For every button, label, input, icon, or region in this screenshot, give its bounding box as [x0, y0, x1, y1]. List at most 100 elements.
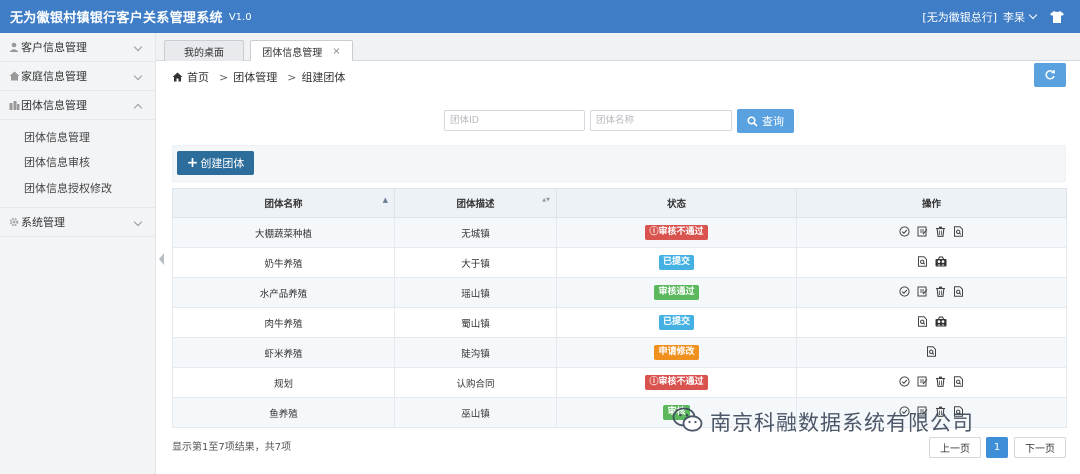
- row-actions: [898, 285, 965, 298]
- breadcrumb-home[interactable]: 首页: [187, 69, 209, 85]
- cell-group-desc: 大于镇: [394, 247, 557, 278]
- row-actions: [898, 375, 965, 388]
- top-header: 无为徽银村镇银行客户关系管理系统 V1.0 [无为徽银总行] 李杲: [0, 0, 1080, 33]
- check-circle-icon[interactable]: [898, 375, 911, 388]
- sidebar-item-label: 家庭信息管理: [21, 70, 87, 83]
- table-row: 大棚蔬菜种植 无城镇 ⓘ审核不通过: [172, 217, 1067, 248]
- refresh-button[interactable]: [1034, 63, 1066, 87]
- cell-group-desc: 瑶山镇: [394, 277, 557, 308]
- sidebar-item-group[interactable]: 团体信息管理: [0, 91, 155, 120]
- breadcrumb-level2: 组建团体: [301, 71, 346, 84]
- tab-desktop[interactable]: 我的桌面: [164, 40, 244, 61]
- cell-status: 已提交: [556, 307, 797, 338]
- org-name: [无为徽银总行]: [922, 10, 997, 24]
- chevron-down-icon: [133, 71, 143, 81]
- breadcrumb-level1[interactable]: 团体管理: [233, 69, 277, 85]
- row-actions: [898, 225, 965, 238]
- trash-icon[interactable]: [934, 375, 947, 388]
- sidebar-collapse-handle[interactable]: [157, 247, 165, 271]
- cell-group-desc: 无城镇: [394, 217, 557, 248]
- sidebar-subitem-group-review[interactable]: 团体信息审核: [0, 150, 155, 176]
- sidebar-subitem-group-manage[interactable]: 团体信息管理: [0, 124, 155, 150]
- chevron-up-icon: [133, 103, 143, 113]
- cell-operations: [796, 217, 1067, 248]
- page-number-current[interactable]: 1: [986, 437, 1008, 458]
- col-header-desc[interactable]: 团体描述 ▲▼: [394, 188, 557, 218]
- chevron-down-icon: [133, 217, 143, 226]
- result-summary: 显示第1至7项结果，共7项: [172, 442, 292, 453]
- breadcrumb-separator: >: [287, 70, 297, 84]
- sidebar-item-customer[interactable]: 客户信息管理: [0, 33, 155, 62]
- status-text: 申请修改: [658, 347, 695, 357]
- edit-icon[interactable]: [916, 375, 929, 388]
- status-badge: 已提交: [658, 315, 694, 330]
- wechat-icon: [672, 406, 704, 437]
- edit-icon[interactable]: [916, 285, 929, 298]
- table-row: 肉牛养殖 蜀山镇 已提交: [172, 307, 1067, 338]
- view-icon[interactable]: [925, 345, 938, 358]
- view-icon[interactable]: [916, 315, 929, 328]
- cell-operations: [796, 307, 1067, 338]
- members-icon[interactable]: [934, 255, 947, 268]
- view-icon[interactable]: [952, 375, 965, 388]
- group-id-input[interactable]: [444, 110, 585, 131]
- tab-label: 团体信息管理: [262, 48, 323, 59]
- chevron-down-icon: [133, 42, 143, 52]
- group-name-input[interactable]: [590, 110, 732, 131]
- cell-operations: [796, 367, 1067, 398]
- info-icon: ⓘ: [649, 227, 659, 237]
- create-group-button[interactable]: + 创建团体: [177, 151, 254, 175]
- close-icon[interactable]: ×: [332, 46, 340, 57]
- header-right: [无为徽银总行] 李杲: [922, 9, 1080, 25]
- prev-page-button[interactable]: 上一页: [929, 437, 981, 458]
- breadcrumb-row: 首页 > 团体管理 > 组建团体: [156, 61, 1080, 93]
- cell-status: 申请修改: [556, 337, 797, 368]
- members-icon[interactable]: [934, 315, 947, 328]
- query-button[interactable]: 查询: [737, 109, 794, 133]
- trash-icon[interactable]: [934, 225, 947, 238]
- status-text: 已提交: [662, 317, 690, 327]
- create-group-label: 创建团体: [200, 157, 245, 170]
- cell-group-name: 水产品养殖: [172, 277, 395, 308]
- view-icon[interactable]: [952, 225, 965, 238]
- search-icon: [747, 115, 758, 127]
- cell-status: ⓘ审核不通过: [556, 217, 797, 248]
- chevron-down-icon: [1028, 10, 1038, 20]
- next-page-button[interactable]: 下一页: [1014, 437, 1066, 458]
- sidebar-item-family[interactable]: 家庭信息管理: [0, 62, 155, 91]
- watermark-text: 南京科融数据系统有限公司: [710, 410, 974, 435]
- view-icon[interactable]: [916, 255, 929, 268]
- sidebar-subitem-group-auth[interactable]: 团体信息授权修改: [0, 175, 155, 201]
- cell-group-desc: 蜀山镇: [394, 307, 557, 338]
- view-icon[interactable]: [952, 285, 965, 298]
- user-menu[interactable]: 李杲: [1003, 9, 1038, 25]
- info-icon: ⓘ: [649, 377, 659, 387]
- cell-operations: [796, 247, 1067, 278]
- breadcrumb: 首页 > 团体管理 > 组建团体: [156, 69, 345, 85]
- status-text: 已提交: [662, 257, 690, 267]
- sort-both-icon: ▲▼: [542, 197, 550, 203]
- sidebar-item-label: 团体信息管理: [21, 99, 87, 112]
- tab-group-info[interactable]: 团体信息管理 ×: [250, 40, 353, 62]
- check-circle-icon[interactable]: [898, 285, 911, 298]
- cell-group-desc: 巫山镇: [394, 397, 557, 428]
- cell-status: 已提交: [556, 247, 797, 278]
- group-icon: [8, 99, 20, 111]
- col-header-name[interactable]: 团体名称 ▲: [172, 188, 395, 218]
- check-circle-icon[interactable]: [898, 225, 911, 238]
- shirt-icon[interactable]: [1050, 10, 1064, 23]
- cell-group-name: 虾米养殖: [172, 337, 395, 368]
- sidebar-item-label: 系统管理: [21, 215, 65, 229]
- status-text: 审核不通过: [658, 377, 704, 387]
- table-header-row: 团体名称 ▲ 团体描述 ▲▼ 状态 操作: [172, 188, 1067, 218]
- tab-bar: 我的桌面 团体信息管理 ×: [156, 33, 1080, 62]
- cell-group-name: 大棚蔬菜种植: [172, 217, 395, 248]
- edit-icon[interactable]: [916, 225, 929, 238]
- sidebar-item-system[interactable]: 系统管理: [0, 208, 155, 237]
- tab-label: 我的桌面: [184, 47, 224, 59]
- sidebar-item-label: 客户信息管理: [21, 41, 87, 54]
- action-toolbar: + 创建团体: [172, 145, 1066, 182]
- cell-group-desc: 陡沟镇: [394, 337, 557, 368]
- table-row: 规划 认购合同 ⓘ审核不通过: [172, 367, 1067, 398]
- trash-icon[interactable]: [934, 285, 947, 298]
